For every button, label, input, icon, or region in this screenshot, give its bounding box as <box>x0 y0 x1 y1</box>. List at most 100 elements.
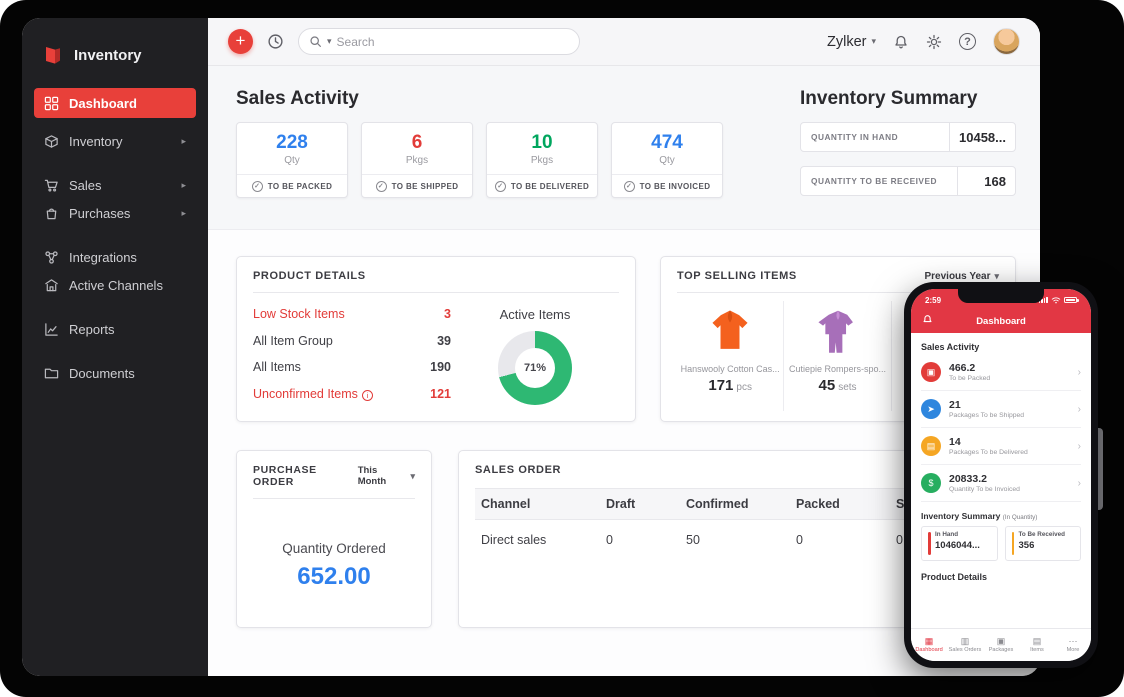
card-header: PRODUCT DETAILS <box>253 270 619 282</box>
card-top: 10 Pkgs <box>487 123 597 174</box>
chevron-right-icon: › <box>1077 403 1081 415</box>
in-hand-value: 10458... <box>949 123 1015 151</box>
phone-shipped-value: 21 <box>949 399 961 412</box>
unconfirmed-value: 121 <box>430 386 451 401</box>
phone-delivered-row[interactable]: ▤ 14 Packages To be Delivered › <box>921 428 1081 465</box>
tab-label: Dashboard <box>915 647 943 653</box>
phone-to-be-received-box[interactable]: To Be Received 356 <box>1004 526 1081 561</box>
tab-sales-orders[interactable]: ▥ Sales Orders <box>947 629 983 661</box>
period-dropdown[interactable]: Previous Year ▾ <box>924 271 999 282</box>
cart-icon <box>44 179 58 192</box>
inventory-logo-icon <box>46 47 60 64</box>
search-input[interactable] <box>336 34 569 49</box>
sidebar-item-documents[interactable]: Documents <box>34 359 196 387</box>
items-icon: ▤ <box>1032 636 1042 646</box>
sidebar-item-reports[interactable]: Reports <box>34 315 196 343</box>
sidebar-item-label: Dashboard <box>69 95 137 111</box>
all-items-row[interactable]: All Items 190 <box>253 360 451 374</box>
phone-packed-row[interactable]: ▣ 466.2 To be Packed › <box>921 354 1081 391</box>
product-image <box>704 303 756 361</box>
search-icon <box>310 36 321 47</box>
settings-button[interactable] <box>926 34 942 50</box>
phone-invoiced-row[interactable]: $ 20833.2 Quantity To be Invoiced › <box>921 465 1081 502</box>
row-text: 466.2 To be Packed <box>949 362 1070 382</box>
delivered-label: TO BE DELIVERED <box>510 181 590 191</box>
org-switcher[interactable]: Zylker ▾ <box>827 34 876 50</box>
unconfirmed-label-wrap: Unconfirmed Items i <box>253 387 373 401</box>
phone-body: Sales Activity ▣ 466.2 To be Packed › ➤ … <box>911 333 1091 628</box>
sidebar-item-purchases[interactable]: Purchases ▸ <box>34 199 196 227</box>
period-label: Previous Year <box>924 270 991 282</box>
phone-notch <box>958 289 1044 303</box>
sidebar-item-inventory[interactable]: Inventory ▸ <box>34 127 196 155</box>
quantity-to-be-received-row[interactable]: QUANTITY TO BE RECEIVED 168 <box>800 166 1016 196</box>
help-button[interactable]: ? <box>959 33 976 50</box>
tab-more[interactable]: ⋯ More <box>1055 629 1091 661</box>
invoiced-label: TO BE INVOICED <box>639 181 711 191</box>
sidebar-item-integrations[interactable]: Integrations <box>34 243 196 271</box>
sidebar-item-dashboard[interactable]: Dashboard <box>34 88 196 118</box>
tab-label: Sales Orders <box>948 647 982 653</box>
tab-items[interactable]: ▤ Items <box>1019 629 1055 661</box>
card-header: TOP SELLING ITEMS Previous Year ▾ <box>677 270 999 282</box>
chevron-right-icon: ▸ <box>181 135 186 146</box>
check-circle-icon: ✓ <box>623 180 635 192</box>
phone-bell-icon[interactable] <box>922 314 933 325</box>
cell-confirmed: 50 <box>686 533 700 547</box>
sidebar-item-active-channels[interactable]: Active Channels <box>34 271 196 299</box>
sales-order-title: SALES ORDER <box>475 464 562 476</box>
packed-unit: Qty <box>284 154 300 166</box>
check-circle-icon: ✓ <box>251 180 263 192</box>
to-be-invoiced-card[interactable]: 474 Qty ✓ TO BE INVOICED <box>611 122 723 198</box>
phone-shipped-row[interactable]: ➤ 21 Packages To be Shipped › <box>921 391 1081 428</box>
topbar-right: Zylker ▾ ? <box>827 28 1020 55</box>
package-icon: ▣ <box>996 636 1006 646</box>
accent-bar <box>1011 532 1014 555</box>
to-be-shipped-card[interactable]: 6 Pkgs ✓ TO BE SHIPPED <box>361 122 473 198</box>
qty-unit: pcs <box>736 382 752 393</box>
low-stock-label: Low Stock Items <box>253 307 345 321</box>
cell-channel: Direct sales <box>481 533 547 547</box>
notifications-button[interactable] <box>893 34 909 50</box>
month-dropdown[interactable]: This Month ▾ <box>358 465 415 487</box>
sidebar: Inventory Dashboard Inventory ▸ Sales ▸ … <box>22 18 208 676</box>
top-selling-item-2[interactable]: Cutiepie Rompers-spo... 45 sets <box>784 301 892 411</box>
phone-status-icons <box>1038 296 1079 304</box>
search-bar[interactable]: ▾ <box>298 28 580 55</box>
top-selling-title: TOP SELLING ITEMS <box>677 270 797 282</box>
all-item-group-row[interactable]: All Item Group 39 <box>253 334 451 348</box>
tab-dashboard[interactable]: ▦ Dashboard <box>911 629 947 661</box>
info-icon[interactable]: i <box>361 389 373 401</box>
sidebar-item-sales[interactable]: Sales ▸ <box>34 171 196 199</box>
low-stock-items-row[interactable]: Low Stock Items 3 <box>253 307 451 321</box>
search-scope-chevron-icon[interactable]: ▾ <box>327 36 332 47</box>
cell-packed: 0 <box>796 533 803 547</box>
to-be-packed-card[interactable]: 228 Qty ✓ TO BE PACKED <box>236 122 348 198</box>
bell-icon <box>895 35 907 48</box>
phone-packed-value: 466.2 <box>949 362 976 375</box>
quick-add-button[interactable]: + <box>228 29 253 54</box>
top-selling-item-1[interactable]: Hanswooly Cotton Cas... 171 pcs <box>677 301 785 411</box>
org-name: Zylker <box>826 33 867 50</box>
sidebar-item-label: Purchases <box>69 205 131 221</box>
folder-icon <box>44 368 59 378</box>
user-avatar[interactable] <box>993 28 1020 55</box>
check-circle-icon: ✓ <box>494 180 506 192</box>
active-items-label: Active Items <box>499 307 571 322</box>
app-title: Inventory <box>74 46 142 64</box>
to-be-delivered-card[interactable]: 10 Pkgs ✓ TO BE DELIVERED <box>486 122 598 198</box>
donut-percent: 71% <box>515 348 555 388</box>
phone-nav-bar: Dashboard <box>911 309 1091 333</box>
phone-in-hand-box[interactable]: In Hand 1046044... <box>921 526 998 561</box>
unconfirmed-items-row[interactable]: Unconfirmed Items i 121 <box>253 387 451 401</box>
recent-history-button[interactable] <box>267 33 284 50</box>
delivered-value: 10 <box>531 131 553 153</box>
battery-icon <box>1064 297 1079 303</box>
quantity-in-hand-row[interactable]: QUANTITY IN HAND 10458... <box>800 122 1016 152</box>
product-details-title: PRODUCT DETAILS <box>253 270 366 282</box>
phone-screen: 2:59 Dashboard Sales Activity ▣ 466.2 To… <box>911 289 1091 661</box>
product-details-rows: Low Stock Items 3 All Item Group 39 All … <box>253 307 451 413</box>
col-confirmed: Confirmed <box>680 488 790 520</box>
phone-invoiced-label: Quantity To be Invoiced <box>949 485 1020 493</box>
tab-packages[interactable]: ▣ Packages <box>983 629 1019 661</box>
